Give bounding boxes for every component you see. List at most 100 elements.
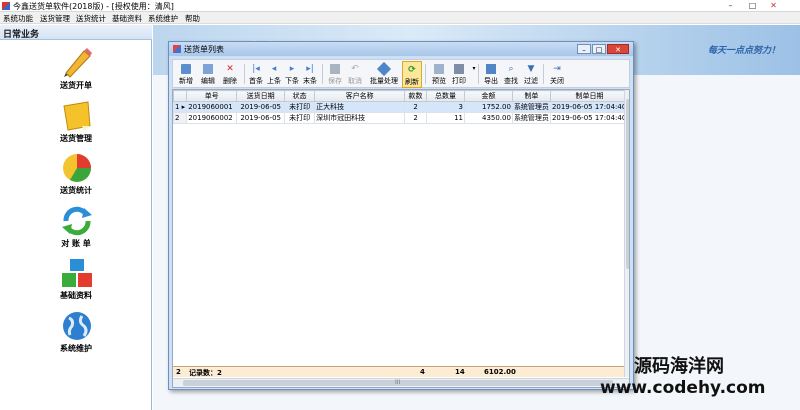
menu-system-maintenance[interactable]: 系统维护	[148, 13, 178, 24]
close-button[interactable]: ✕	[768, 1, 779, 10]
row-indicator: 1 ▸	[173, 101, 188, 113]
column-header[interactable]: 金额	[463, 90, 513, 102]
cell-creator: 系统管理员	[511, 112, 551, 124]
prev-record-button[interactable]: ◂ 上条	[265, 61, 283, 88]
sidebar-item-delivery-statistics[interactable]: 送货统计	[40, 152, 112, 198]
table-row[interactable]: 2 2019060002 2019-06-05 未打印 深圳市冠田科技 2 11…	[173, 112, 629, 124]
maximize-button[interactable]: □	[747, 1, 758, 10]
close-list-button[interactable]: ⇥ 关闭	[547, 61, 567, 88]
cell-status: 未打印	[284, 101, 316, 113]
toolbar-separator	[543, 64, 544, 84]
menu-basic-data[interactable]: 基础资料	[112, 13, 142, 24]
cell-amount: 1752.00	[463, 101, 513, 113]
footer-rownum: 2	[176, 368, 181, 376]
column-header[interactable]: 总数量	[426, 90, 465, 102]
save-button[interactable]: 保存	[325, 61, 345, 88]
minimize-button[interactable]: –	[725, 1, 736, 10]
app-icon	[2, 2, 10, 10]
cell-created-at: 2019-06-05 17:04:40	[549, 112, 629, 124]
batch-process-button[interactable]: 批量处理	[368, 61, 400, 88]
dialog-minimize-button[interactable]: –	[577, 44, 591, 54]
sidebar-item-basic-data[interactable]: 基础资料	[40, 257, 112, 303]
column-header[interactable]: 送货日期	[236, 90, 286, 102]
cell-creator: 系统管理员	[511, 101, 551, 113]
filter-button[interactable]: ▼ 过滤	[521, 61, 541, 88]
sum-item-count: 4	[420, 368, 425, 376]
first-record-button[interactable]: |◂ 首条	[247, 61, 265, 88]
vertical-scrollbar[interactable]	[624, 90, 629, 377]
scroll-thumb[interactable]	[626, 99, 629, 269]
cancel-button[interactable]: ↶ 取消	[345, 61, 365, 88]
banner-slogan: 每天一点点努力！	[708, 46, 781, 56]
cell-status: 未打印	[284, 112, 316, 124]
export-icon	[486, 64, 496, 74]
cell-customer: 正大科技	[314, 101, 406, 113]
export-button[interactable]: 导出	[481, 61, 501, 88]
toolbar-separator	[478, 64, 479, 84]
sum-total-qty: 14	[455, 368, 465, 376]
print-icon	[454, 64, 464, 74]
cell-created-at: 2019-06-05 17:04:40	[549, 101, 629, 113]
column-header[interactable]: 制单日期	[549, 90, 629, 102]
sidebar: 日常业务 送货开单 送货管理 送货统计 对 账 单 基础资料 系统维护	[0, 25, 152, 410]
table-row[interactable]: 1 ▸ 2019060001 2019-06-05 未打印 正大科技 2 3 1…	[173, 101, 629, 113]
cell-customer: 深圳市冠田科技	[314, 112, 406, 124]
sidebar-header: 日常业务	[0, 25, 152, 40]
cell-amount: 4350.00	[463, 112, 513, 124]
summary-footer: 2 记录数：2 4 14 6102.00	[173, 366, 624, 377]
menu-delivery-management[interactable]: 送货管理	[40, 13, 70, 24]
row-indicator: 2	[173, 112, 188, 124]
cell-delivery-date: 2019-06-05	[236, 112, 286, 124]
refresh-button[interactable]: ⟳ 刷新	[402, 61, 422, 88]
menu-help[interactable]: 帮助	[185, 13, 200, 24]
add-button[interactable]: 新增	[175, 61, 197, 88]
title-bar: 今鑫送货单软件(2018版) - [授权使用：清风] – □ ✕	[0, 0, 800, 12]
column-header[interactable]: 款数	[404, 90, 428, 102]
menu-bar: 系统功能 送货管理 送货统计 基础资料 系统维护 帮助	[0, 12, 800, 24]
print-dropdown[interactable]: ▾	[469, 61, 475, 88]
toolbar-separator	[425, 64, 426, 84]
sidebar-item-delivery-create[interactable]: 送货开单	[40, 47, 112, 93]
print-button[interactable]: 打印	[449, 61, 469, 88]
cell-order-no: 2019060002	[186, 112, 238, 124]
last-record-button[interactable]: ▸| 末条	[301, 61, 319, 88]
column-header[interactable]	[173, 90, 188, 102]
scroll-grip: III	[395, 379, 401, 386]
refresh-arrows-icon	[62, 206, 92, 236]
column-header[interactable]: 单号	[186, 90, 238, 102]
pie-chart-icon	[63, 154, 91, 182]
dialog-close-button[interactable]: ✕	[607, 44, 629, 54]
blocks-icon	[62, 259, 92, 287]
cell-total-qty: 11	[426, 112, 465, 124]
edit-button[interactable]: 编辑	[197, 61, 219, 88]
sidebar-item-system-maintenance[interactable]: 系统维护	[40, 310, 112, 356]
delete-button[interactable]: ✕ 删除	[219, 61, 241, 88]
record-count: 记录数：2	[189, 369, 222, 377]
toolbar: 新增 编辑 ✕ 删除 |◂ 首条 ◂ 上条 ▸ 下条 ▸| 末条 保存 ↶ 取消 批量处理 …	[172, 59, 630, 88]
sticky-note-icon	[63, 101, 91, 131]
menu-delivery-statistics[interactable]: 送货统计	[76, 13, 106, 24]
cell-delivery-date: 2019-06-05	[236, 101, 286, 113]
window-title: 今鑫送货单软件(2018版) - [授权使用：清风]	[13, 2, 174, 11]
next-record-button[interactable]: ▸ 下条	[283, 61, 301, 88]
toolbar-separator	[244, 64, 245, 84]
column-header[interactable]: 客户名称	[314, 90, 406, 102]
last-icon: ▸|	[306, 64, 314, 74]
preview-button[interactable]: 预览	[429, 61, 449, 88]
menu-system-functions[interactable]: 系统功能	[3, 13, 33, 24]
watermark-line1: 源码海洋网	[634, 356, 724, 377]
next-icon: ▸	[289, 64, 295, 74]
sidebar-item-reconciliation[interactable]: 对 账 单	[40, 205, 112, 251]
dialog-title-bar: 送货单列表 – □ ✕	[169, 42, 633, 56]
cell-item-count: 2	[404, 101, 428, 113]
find-button[interactable]: ⌕ 查找	[501, 61, 521, 88]
dialog-maximize-button[interactable]: □	[592, 44, 606, 54]
toolbar-separator	[322, 64, 323, 84]
column-header[interactable]: 状态	[284, 90, 316, 102]
column-header[interactable]: 制单	[511, 90, 551, 102]
horizontal-scrollbar[interactable]: III	[173, 378, 629, 387]
cancel-icon: ↶	[351, 64, 359, 74]
filter-icon: ▼	[527, 64, 535, 74]
sidebar-item-delivery-management[interactable]: 送货管理	[40, 100, 112, 146]
add-icon	[181, 64, 191, 74]
